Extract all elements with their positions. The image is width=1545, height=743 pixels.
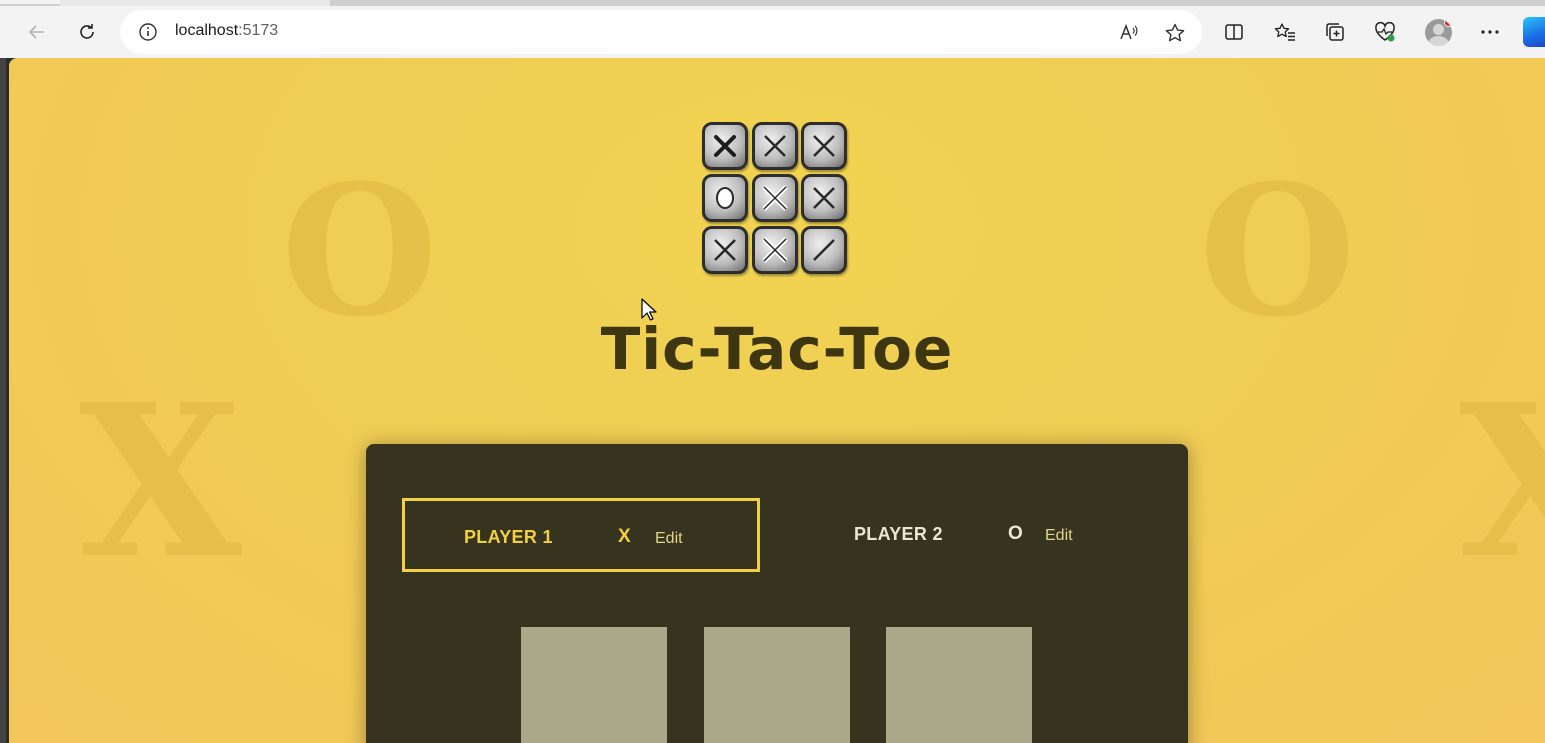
- logo-x-icon: [702, 226, 748, 274]
- address-bar[interactable]: localhost:5173: [120, 10, 1202, 54]
- mouse-cursor-icon: [641, 298, 657, 321]
- url-port: :5173: [238, 22, 279, 39]
- window-edge: [0, 0, 6, 743]
- player-1-edit-button[interactable]: Edit: [655, 530, 683, 548]
- heart-pulse-icon: [1375, 21, 1395, 42]
- split-screen-button[interactable]: [1221, 19, 1247, 45]
- settings-menu-button[interactable]: [1477, 19, 1503, 45]
- tab-inactive[interactable]: [330, 0, 1545, 6]
- favorites-button[interactable]: [1272, 19, 1298, 45]
- refresh-button[interactable]: [73, 18, 101, 46]
- url-host: localhost: [175, 22, 239, 39]
- tab-strip: [0, 0, 1545, 6]
- game-container: PLAYER 1 X Edit PLAYER 2 O Edit: [366, 444, 1188, 743]
- favorite-star-icon[interactable]: [1164, 22, 1186, 44]
- collections-button[interactable]: [1322, 19, 1348, 45]
- logo-o-icon: [702, 174, 748, 222]
- notification-dot: [1444, 19, 1452, 27]
- board-cell[interactable]: [521, 627, 667, 743]
- profile-avatar[interactable]: [1425, 19, 1452, 46]
- logo-x-icon: [752, 174, 798, 222]
- logo-x-icon: [702, 122, 748, 170]
- background-x-glyph: X: [79, 358, 242, 605]
- background-x-glyph: X: [1459, 358, 1545, 605]
- url-text[interactable]: localhost:5173: [175, 22, 278, 40]
- page-viewport: O O X X Tic-Tac-Toe PLAYER 1 X Edit PLAY…: [9, 58, 1545, 743]
- player-2-symbol: O: [1008, 523, 1023, 544]
- logo-slash-icon: [801, 226, 847, 274]
- game-logo: [702, 122, 852, 282]
- more-options-icon: [1481, 30, 1499, 34]
- board-cell[interactable]: [886, 627, 1032, 743]
- logo-x-icon: [752, 226, 798, 274]
- logo-x-icon: [801, 174, 847, 222]
- arrow-left-icon: [28, 25, 44, 39]
- player-1-name: PLAYER 1: [464, 527, 553, 547]
- player-2-edit-button[interactable]: Edit: [1045, 527, 1073, 545]
- tab-active[interactable]: [0, 0, 60, 6]
- browser-essentials-button[interactable]: [1372, 19, 1398, 45]
- read-aloud-icon[interactable]: [1118, 22, 1140, 44]
- player-1-symbol: X: [618, 526, 631, 547]
- back-button[interactable]: [23, 18, 51, 46]
- collections-icon: [1326, 23, 1344, 41]
- site-info-icon[interactable]: [138, 22, 158, 42]
- favorites-list-icon: [1274, 23, 1295, 41]
- player-2-name: PLAYER 2: [854, 524, 943, 544]
- logo-x-icon: [801, 122, 847, 170]
- player-1-card: PLAYER 1 X Edit: [402, 498, 760, 572]
- board-cell[interactable]: [704, 627, 850, 743]
- page-title: Tic-Tac-Toe: [600, 315, 954, 383]
- player-2-card: PLAYER 2 O Edit: [795, 498, 1153, 572]
- avatar-body: [1428, 36, 1449, 46]
- copilot-icon[interactable]: [1523, 17, 1545, 47]
- logo-x-icon: [752, 122, 798, 170]
- avatar-head: [1433, 24, 1444, 35]
- split-screen-icon: [1225, 24, 1243, 40]
- refresh-icon: [80, 24, 94, 39]
- browser-toolbar: localhost:5173: [0, 0, 1545, 58]
